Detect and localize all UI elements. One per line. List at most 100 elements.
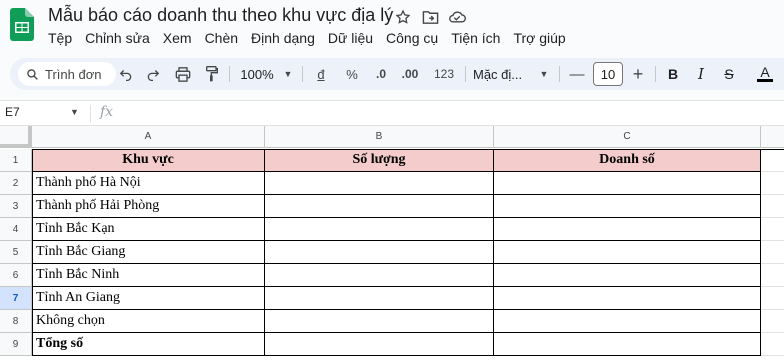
table-cell[interactable] [265, 264, 494, 287]
table-cell[interactable]: Thành phố Hải Phòng [32, 195, 265, 218]
column-header-d[interactable] [761, 126, 784, 148]
row-header[interactable]: 1 [0, 149, 32, 172]
table-cell[interactable] [494, 333, 761, 356]
currency-format-button[interactable]: đ [310, 58, 332, 90]
star-icon[interactable] [394, 8, 412, 26]
table-cell[interactable]: Tổng số [32, 333, 265, 356]
table-cell[interactable] [761, 287, 784, 310]
table-cell[interactable] [761, 241, 784, 264]
increase-font-size-button[interactable]: + [627, 58, 649, 90]
table-cell[interactable] [494, 264, 761, 287]
row-header[interactable]: 3 [0, 195, 32, 218]
menu-search-input[interactable]: Trình đơn [18, 62, 116, 86]
table-cell[interactable]: Tỉnh An Giang [32, 287, 265, 310]
column-header-b[interactable]: B [265, 126, 494, 148]
row-header[interactable]: 6 [0, 264, 32, 287]
more-formats-button[interactable]: 123 [430, 58, 458, 90]
menu-help[interactable]: Trợ giúp [513, 30, 565, 46]
table-cell[interactable] [761, 172, 784, 195]
font-family-select[interactable]: Mặc đị... [473, 58, 537, 90]
row-header[interactable]: 8 [0, 310, 32, 333]
row-header[interactable]: 5 [0, 241, 32, 264]
menu-extensions[interactable]: Tiện ích [451, 30, 500, 46]
table-cell[interactable] [265, 218, 494, 241]
table-cell[interactable] [494, 310, 761, 333]
print-icon [175, 66, 191, 82]
percent-format-button[interactable]: % [341, 58, 363, 90]
menu-file[interactable]: Tệp [48, 30, 72, 46]
table-cell[interactable] [494, 241, 761, 264]
print-button[interactable] [171, 58, 195, 90]
sheet-grid[interactable]: A B C 123456789 Khu vực Số lượng Doanh số T… [0, 126, 784, 361]
top-bar: Mẫu báo cáo doanh thu theo khu vực địa l… [0, 0, 784, 54]
header-cell[interactable]: Số lượng [265, 149, 494, 172]
paint-format-icon [206, 66, 218, 82]
table-cell[interactable] [265, 195, 494, 218]
undo-button[interactable] [114, 58, 138, 90]
select-all-corner[interactable] [0, 126, 32, 148]
table-cell[interactable] [761, 333, 784, 356]
increase-decimal-button[interactable]: .00 [396, 58, 424, 90]
table-cell[interactable]: Tỉnh Bắc Giang [32, 241, 265, 264]
table-cell[interactable]: Tỉnh Bắc Kạn [32, 218, 265, 241]
row-header[interactable]: 2 [0, 172, 32, 195]
paint-format-button[interactable] [200, 58, 224, 90]
row-header[interactable]: 4 [0, 218, 32, 241]
fx-icon: fx [100, 104, 114, 120]
italic-button[interactable]: I [690, 58, 712, 90]
formula-bar: E7 ▼ fx [0, 100, 784, 126]
zoom-select[interactable]: 100% [235, 58, 279, 90]
menu-data[interactable]: Dữ liệu [328, 30, 373, 46]
table-cell[interactable] [265, 333, 494, 356]
menu-bar: Tệp Chỉnh sửa Xem Chèn Định dạng Dữ liệu… [48, 30, 579, 46]
table-cell[interactable]: Không chọn [32, 310, 265, 333]
font-size-input[interactable]: 10 [593, 62, 623, 86]
name-box[interactable]: E7 [5, 105, 20, 119]
table-cell[interactable] [761, 218, 784, 241]
font-chevron-down-icon[interactable]: ▼ [537, 58, 551, 90]
menu-tools[interactable]: Công cụ [386, 30, 438, 46]
column-header-c[interactable]: C [494, 126, 761, 148]
table-cell[interactable] [494, 287, 761, 310]
table-cell[interactable] [265, 287, 494, 310]
table-cell[interactable] [265, 172, 494, 195]
search-icon [27, 68, 38, 80]
header-cell[interactable]: Doanh số [494, 149, 761, 172]
row-header[interactable]: 7 [0, 287, 32, 310]
sheets-logo-icon[interactable] [10, 8, 34, 41]
table-cell[interactable] [761, 310, 784, 333]
text-color-swatch [757, 79, 773, 82]
text-color-button[interactable]: A [754, 58, 776, 90]
undo-icon [119, 70, 132, 81]
table-cell[interactable] [265, 241, 494, 264]
menu-insert[interactable]: Chèn [205, 30, 238, 46]
menu-edit[interactable]: Chỉnh sửa [85, 30, 150, 46]
table-cell[interactable] [494, 195, 761, 218]
table-cell[interactable] [265, 310, 494, 333]
strikethrough-button[interactable]: S [718, 58, 740, 90]
name-box-chevron-down-icon[interactable]: ▼ [70, 107, 79, 117]
decrease-font-size-button[interactable]: — [566, 58, 588, 90]
table-cell[interactable] [761, 149, 784, 172]
move-folder-icon[interactable] [421, 8, 439, 26]
table-cell[interactable]: Thành phố Hà Nội [32, 172, 265, 195]
redo-button[interactable] [141, 58, 165, 90]
zoom-chevron-down-icon[interactable]: ▼ [282, 58, 294, 90]
row-header[interactable]: 9 [0, 333, 32, 356]
table-cell[interactable] [761, 195, 784, 218]
menu-view[interactable]: Xem [163, 30, 192, 46]
column-header-a[interactable]: A [32, 126, 265, 148]
toolbar: Trình đơn 100% ▼ đ % .0 .00 123 Mặc đị..… [10, 58, 784, 90]
table-cell[interactable] [761, 264, 784, 287]
table-cell[interactable] [494, 172, 761, 195]
table-cell[interactable]: Tỉnh Bắc Ninh [32, 264, 265, 287]
header-cell[interactable]: Khu vực [32, 149, 265, 172]
menu-format[interactable]: Định dạng [251, 30, 315, 46]
table-cell[interactable] [494, 218, 761, 241]
decrease-decimal-button[interactable]: .0 [370, 58, 392, 90]
bold-button[interactable]: B [662, 58, 684, 90]
cloud-status-icon[interactable] [448, 8, 466, 26]
document-title[interactable]: Mẫu báo cáo doanh thu theo khu vực địa l… [48, 5, 393, 26]
redo-icon [147, 70, 160, 81]
menu-search-label: Trình đơn [45, 66, 102, 82]
